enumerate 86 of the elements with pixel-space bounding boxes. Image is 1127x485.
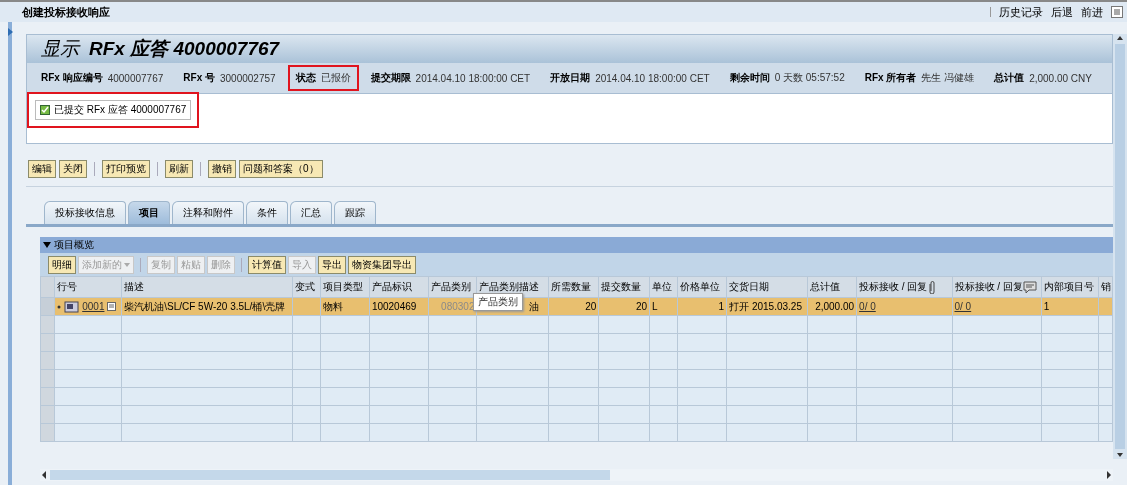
toolbar-button[interactable]: 刷新	[165, 160, 193, 178]
window-title: 创建投标接收响应	[22, 4, 111, 20]
table-cell: 20	[635, 301, 647, 312]
tab[interactable]: 投标接收信息	[44, 201, 126, 224]
toolbar-button[interactable]: 明细	[48, 256, 76, 274]
column-header: 总计值	[810, 281, 841, 292]
column-header: 项目类型	[323, 281, 364, 292]
field-label: 剩余时间	[729, 71, 770, 85]
scroll-left-icon	[40, 470, 48, 480]
field-label: RFx 号	[183, 71, 215, 85]
page-title: RFx 应答 4000007767	[89, 37, 280, 61]
field-label: RFx 响应编号	[41, 71, 103, 85]
field-value: 4000007767	[107, 72, 164, 84]
table-cell: 1	[1043, 301, 1050, 312]
table-cell: 物料	[323, 300, 344, 312]
field-value: 2014.04.10 18:00:00 CET	[415, 72, 531, 84]
column-header: 单位	[652, 281, 672, 292]
nav-link[interactable]: 前进	[1081, 4, 1103, 20]
tab[interactable]: 注释和附件	[172, 201, 244, 224]
column-header: 提交数量	[601, 281, 642, 292]
table-cell: 080302	[441, 301, 475, 312]
column-header: 交货日期	[729, 281, 770, 292]
document-icon	[64, 300, 80, 313]
table-cell: 20	[585, 301, 597, 312]
table-cell: 10020469	[371, 301, 417, 312]
tab[interactable]: 条件	[246, 201, 288, 224]
field-value: 已报价	[320, 71, 351, 85]
paperclip-icon	[927, 280, 937, 294]
tab[interactable]: 跟踪	[334, 201, 376, 224]
column-header: 所需数量	[550, 281, 591, 292]
field-value: 3000002757	[219, 72, 276, 84]
section-title: 项目概览	[54, 238, 94, 252]
tooltip: 产品类别	[473, 293, 523, 311]
field-value: 2,000.00 CNY	[1029, 72, 1092, 84]
page-title-prefix: 显示	[41, 37, 79, 61]
column-header: 内部项目号	[1043, 281, 1094, 292]
field-label: RFx 所有者	[864, 71, 917, 85]
toolbar-button[interactable]: 打印预览	[102, 160, 150, 178]
table-cell: 柴汽机油\SL/CF 5W-20 3.5L/桶\壳牌	[124, 300, 286, 312]
tab[interactable]: 汇总	[290, 201, 332, 224]
field-value: 2014.04.10 18:00:00 CET	[595, 72, 710, 84]
check-icon	[40, 105, 50, 115]
toolbar-button[interactable]: 关闭	[59, 160, 87, 178]
scroll-up-icon	[1115, 34, 1125, 42]
table-cell: 油	[529, 300, 540, 312]
column-header: 投标接收 / 回复	[954, 281, 1023, 292]
table-cell: 打开 2015.03.25	[729, 300, 802, 312]
menu-icon[interactable]	[1111, 6, 1123, 18]
field-label: 开放日期	[550, 71, 591, 85]
bullet-icon	[57, 304, 62, 309]
toolbar-button[interactable]: 编辑	[28, 160, 56, 178]
column-header: 销	[1100, 281, 1111, 292]
nav-link[interactable]: 历史记录	[999, 4, 1043, 20]
table-cell: 2,000.00	[815, 301, 855, 312]
column-header: 行号	[57, 281, 78, 292]
column-header: 产品标识	[371, 281, 412, 292]
table-cell: 1	[718, 301, 725, 312]
column-header: 产品类别	[430, 281, 471, 292]
field-label: 总计值	[994, 71, 1025, 85]
field-label: 状态	[295, 71, 316, 85]
column-header: 价格单位	[680, 281, 721, 292]
horizontal-scrollbar[interactable]	[40, 469, 1113, 481]
detail-icon	[107, 302, 117, 311]
field-value: 0 天数 05:57:52	[774, 71, 845, 85]
table-cell: L	[652, 301, 658, 312]
column-header: 描述	[124, 281, 145, 292]
toolbar-button[interactable]: 导出	[318, 256, 346, 274]
column-header: 投标接收 / 回复	[859, 281, 928, 292]
toolbar-button[interactable]: 问题和答案（0）	[239, 160, 323, 178]
count-link[interactable]: 0/ 0	[859, 301, 876, 312]
toolbar-button[interactable]: 计算值	[248, 256, 286, 274]
nav-link[interactable]: 后退	[1051, 4, 1073, 20]
toolbar-button[interactable]: 撤销	[208, 160, 236, 178]
column-header: 变式	[294, 281, 315, 292]
field-label: 提交期限	[370, 71, 411, 85]
count-link[interactable]: 0/ 0	[954, 301, 972, 312]
toolbar-button[interactable]: 物资集团导出	[348, 256, 416, 274]
expand-icon[interactable]	[8, 28, 13, 36]
comment-icon	[1022, 280, 1037, 294]
scroll-right-icon	[1105, 470, 1113, 480]
tab[interactable]: 项目	[128, 201, 170, 224]
scroll-down-icon	[1115, 451, 1125, 459]
item-link[interactable]: 0001	[82, 301, 105, 312]
column-header: 产品类别描述	[479, 281, 540, 292]
field-value: 先生 冯健雄	[921, 71, 975, 85]
vertical-scrollbar[interactable]	[1113, 34, 1127, 459]
